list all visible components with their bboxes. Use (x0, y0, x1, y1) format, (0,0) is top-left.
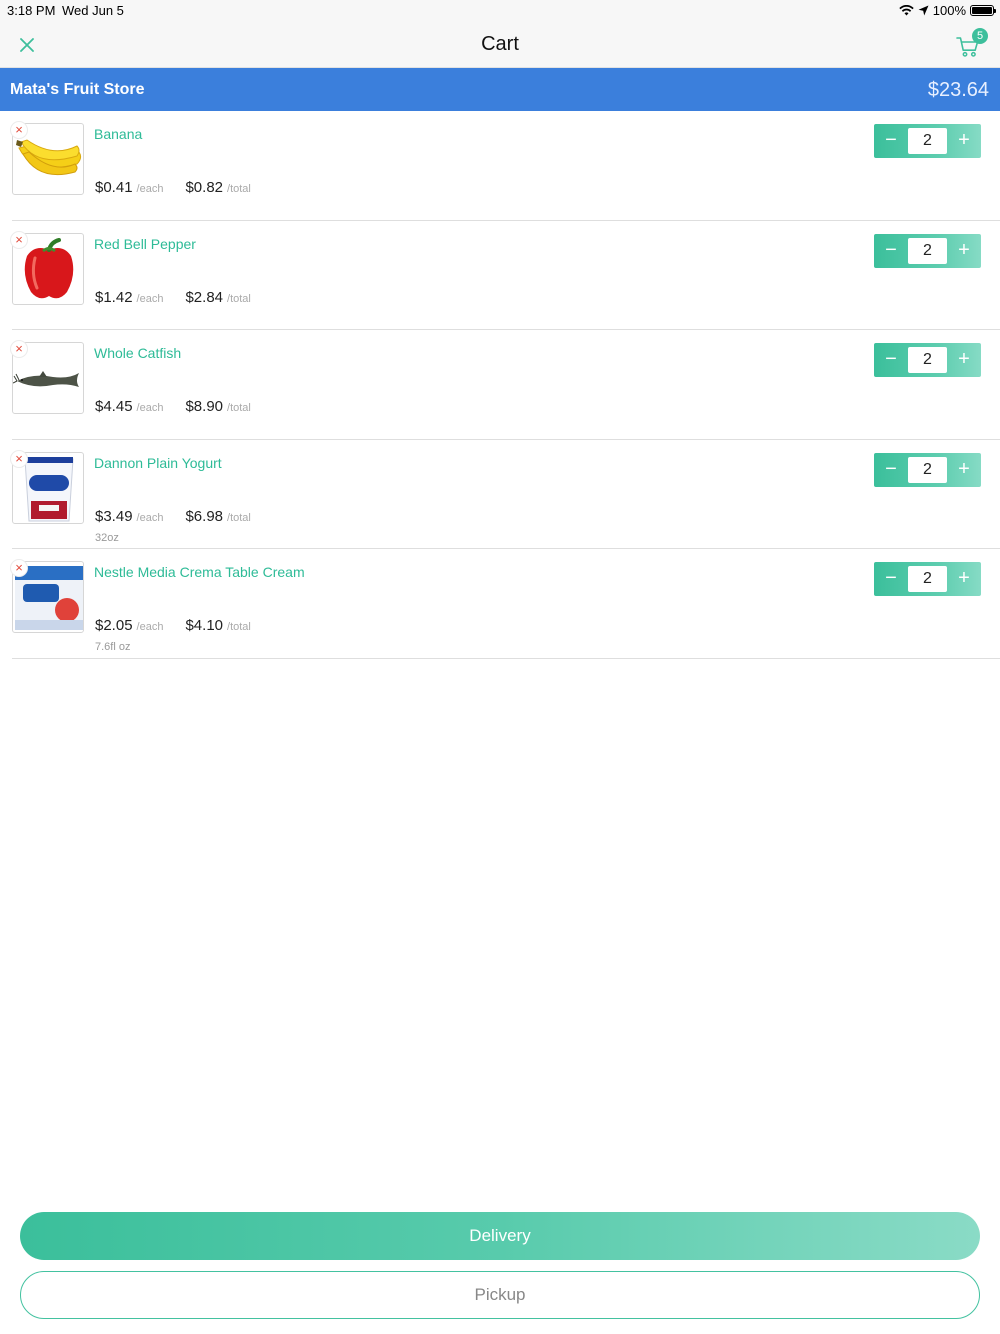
location-arrow-icon (918, 5, 929, 16)
status-time: 3:18 PM (7, 3, 56, 18)
item-name[interactable]: Banana (94, 126, 142, 142)
item-prices: $1.42 /each $2.84 /total (95, 289, 251, 306)
decrease-quantity-button[interactable]: − (874, 343, 908, 377)
quantity-value[interactable]: 2 (908, 237, 947, 264)
item-each-price: $0.41 (95, 179, 133, 196)
item-each-unit: /each (136, 402, 164, 414)
item-prices: $0.41 /each $0.82 /total (95, 179, 251, 196)
item-each-unit: /each (136, 621, 164, 633)
delivery-button[interactable]: Delivery (20, 1212, 980, 1260)
quantity-value[interactable]: 2 (908, 128, 947, 154)
nav-bar: Cart 5 (0, 22, 1000, 68)
quantity-value[interactable]: 2 (908, 566, 947, 592)
increase-quantity-button[interactable]: + (947, 124, 981, 158)
cart-count-badge: 5 (972, 28, 988, 44)
item-each-price: $1.42 (95, 288, 133, 306)
item-each-unit: /each (136, 511, 164, 524)
cart-item-list: × Banana $0.41 /each $0.82 /total − 2 + … (0, 111, 1000, 659)
quantity-value[interactable]: 2 (908, 347, 947, 373)
item-total-unit: /total (227, 621, 251, 633)
item-prices: $2.05 /each $4.10 /total (95, 617, 251, 634)
status-right: 100% (899, 3, 996, 18)
quantity-stepper: − 2 + (874, 452, 981, 487)
remove-item-button[interactable]: × (10, 230, 28, 249)
remove-item-button[interactable]: × (10, 559, 28, 577)
increase-quantity-button[interactable]: + (947, 453, 981, 487)
item-prices: $4.45 /each $8.90 /total (95, 398, 251, 415)
store-header: Mata's Fruit Store $23.64 (0, 68, 1000, 111)
item-each-unit: /each (136, 183, 164, 195)
battery-icon (970, 5, 996, 16)
decrease-quantity-button[interactable]: − (874, 124, 908, 158)
item-total-unit: /total (227, 511, 251, 524)
item-total-price: $8.90 (185, 398, 224, 415)
quantity-value[interactable]: 2 (908, 456, 947, 483)
item-total-price: $6.98 (185, 507, 224, 525)
item-size: 7.6fl oz (95, 641, 131, 653)
decrease-quantity-button[interactable]: − (874, 234, 908, 268)
item-total-unit: /total (227, 292, 251, 305)
quantity-stepper: − 2 + (874, 343, 981, 377)
increase-quantity-button[interactable]: + (947, 562, 981, 596)
item-total-price: $0.82 (185, 179, 224, 196)
cart-item: × Banana $0.41 /each $0.82 /total − 2 + (10, 111, 1000, 221)
cart-item: × Red Bell Pepper $1.42 /each $2.84 /tot… (10, 221, 1000, 330)
wifi-icon (899, 5, 914, 16)
cart-item: × Dannon Plain Yogurt $3.49 /each $6.98 … (10, 440, 1000, 549)
increase-quantity-button[interactable]: + (947, 343, 981, 377)
pickup-button[interactable]: Pickup (20, 1271, 980, 1319)
cart-item: × Whole Catfish $4.45 /each $8.90 /total… (10, 330, 1000, 440)
status-bar: 3:18 PM Wed Jun 5 100% (0, 0, 1000, 22)
item-name[interactable]: Nestle Media Crema Table Cream (94, 564, 305, 580)
item-prices: $3.49 /each $6.98 /total (95, 508, 251, 525)
item-name[interactable]: Red Bell Pepper (94, 236, 196, 252)
status-date: Wed Jun 5 (62, 3, 124, 18)
battery-percent: 100% (932, 3, 966, 18)
item-total-unit: /total (227, 402, 251, 414)
quantity-stepper: − 2 + (874, 233, 981, 268)
decrease-quantity-button[interactable]: − (874, 453, 908, 487)
quantity-stepper: − 2 + (874, 562, 981, 596)
cart-item: × Nestle Media Crema Table Cream $2.05 /… (10, 549, 1000, 659)
item-name[interactable]: Whole Catfish (94, 345, 181, 361)
item-each-price: $4.45 (95, 398, 133, 415)
remove-item-button[interactable]: × (10, 340, 28, 358)
remove-item-button[interactable]: × (10, 121, 28, 139)
item-each-price: $3.49 (95, 507, 133, 525)
item-name[interactable]: Dannon Plain Yogurt (94, 455, 222, 471)
item-each-price: $2.05 (95, 617, 133, 634)
store-total: $23.64 (927, 79, 989, 101)
quantity-stepper: − 2 + (874, 124, 981, 158)
item-size: 32oz (95, 531, 119, 544)
item-total-price: $4.10 (185, 617, 224, 634)
item-each-unit: /each (136, 292, 164, 305)
page-title: Cart (481, 33, 519, 55)
increase-quantity-button[interactable]: + (947, 234, 981, 268)
decrease-quantity-button[interactable]: − (874, 562, 908, 596)
item-total-price: $2.84 (185, 288, 224, 306)
store-name: Mata's Fruit Store (10, 81, 145, 98)
item-total-unit: /total (227, 183, 251, 195)
remove-item-button[interactable]: × (10, 449, 28, 468)
